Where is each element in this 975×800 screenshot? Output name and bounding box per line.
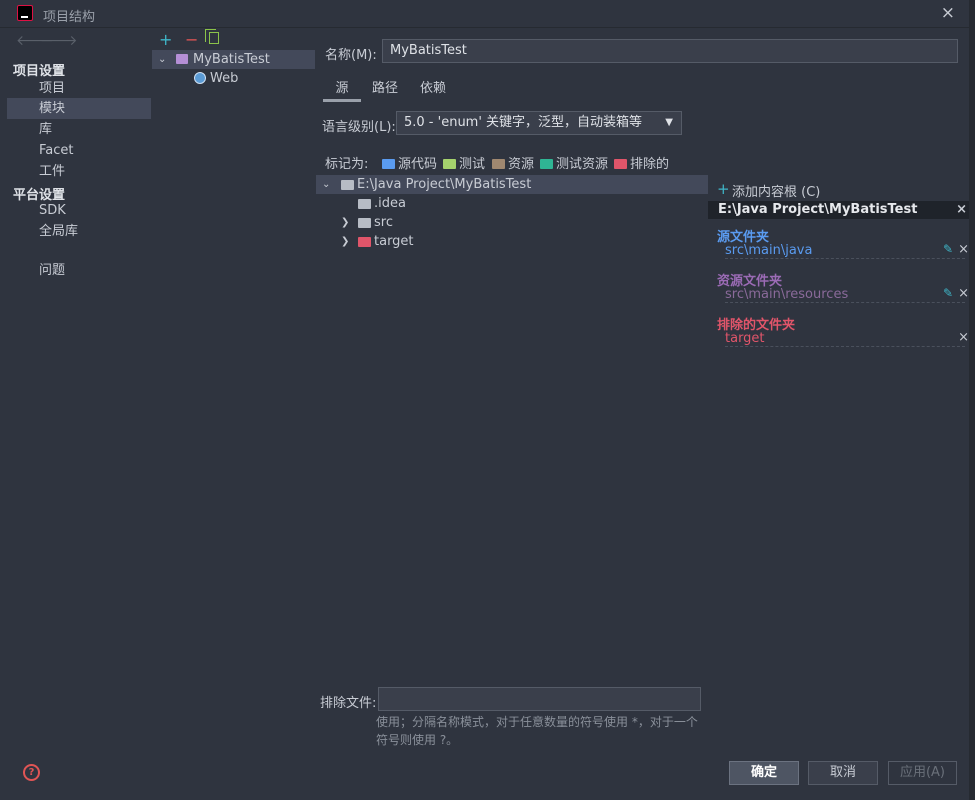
module-label: MyBatisTest <box>193 52 270 67</box>
name-field[interactable]: MyBatisTest <box>382 39 958 63</box>
tree-item-module[interactable]: ⌄ MyBatisTest <box>152 50 315 69</box>
mark-resources-button[interactable]: 资源 <box>492 153 534 172</box>
edit-pencil-icon[interactable]: ✎ <box>943 286 953 300</box>
nav-item-libraries[interactable]: 库 <box>7 119 151 140</box>
mark-sources-label: 源代码 <box>398 157 438 172</box>
web-globe-icon <box>194 72 206 84</box>
folder-icon <box>358 199 371 209</box>
settings-nav: 🡐 🡒 项目设置 项目 模块 库 Facet 工件 平台设置 SDK 全局库 问… <box>0 29 152 800</box>
mark-test-resources-button[interactable]: 测试资源 <box>540 153 608 172</box>
chevron-right-icon[interactable]: ❯ <box>341 213 349 232</box>
edit-pencil-icon[interactable]: ✎ <box>943 242 953 256</box>
file-tree-root[interactable]: ⌄ E:\Java Project\MyBatisTest <box>316 175 708 194</box>
language-level-value: 5.0 - 'enum' 关键字，泛型，自动装箱等 <box>404 115 643 130</box>
test-folder-icon <box>443 159 456 169</box>
nav-item-global-libraries[interactable]: 全局库 <box>7 221 151 242</box>
close-icon[interactable]: × <box>941 3 955 23</box>
name-label: 名称(M): <box>325 48 377 63</box>
forward-arrow-icon[interactable]: 🡒 <box>40 32 78 49</box>
mark-tests-label: 测试 <box>459 157 486 172</box>
file-tree-item-label: src <box>374 215 393 230</box>
resource-folder-path: src\main\resources <box>725 287 965 303</box>
tree-item-web-facet[interactable]: Web <box>152 69 315 88</box>
file-tree-item-label: .idea <box>374 196 406 211</box>
file-tree-item[interactable]: .idea <box>316 194 708 213</box>
file-tree-item-label: target <box>374 234 414 249</box>
mark-test-resources-label: 测试资源 <box>556 157 609 172</box>
language-level-label: 语言级别(L): <box>322 120 396 135</box>
tab-dependencies[interactable]: 依赖 <box>420 80 446 102</box>
source-folder-path: src\main\java <box>725 243 965 259</box>
cancel-button[interactable]: 取消 <box>808 761 878 785</box>
excluded-folder-icon <box>614 159 627 169</box>
mark-excluded-button[interactable]: 排除的 <box>614 153 669 172</box>
language-level-select[interactable]: 5.0 - 'enum' 关键字，泛型，自动装箱等 ▼ <box>396 111 682 135</box>
excluded-folder-path: target <box>725 331 965 347</box>
module-folder-icon <box>176 54 188 64</box>
copy-icon[interactable] <box>205 29 219 44</box>
chevron-down-icon[interactable]: ⌄ <box>158 50 166 69</box>
web-facet-label: Web <box>210 71 239 86</box>
resource-folder-icon <box>492 159 505 169</box>
close-icon[interactable]: × <box>958 242 969 257</box>
add-icon[interactable]: + <box>717 180 730 198</box>
file-tree-item[interactable]: ❯ src <box>316 213 708 232</box>
module-settings-panel: 名称(M): MyBatisTest 源 路径 依赖 语言级别(L): 5.0 … <box>316 29 975 800</box>
mark-resources-label: 资源 <box>508 157 535 172</box>
folder-icon <box>341 180 354 190</box>
file-tree-item[interactable]: ❯ target <box>316 232 708 251</box>
nav-item-project[interactable]: 项目 <box>7 78 151 99</box>
nav-item-artifacts[interactable]: 工件 <box>7 161 151 182</box>
dropdown-arrow-icon: ▼ <box>665 117 673 128</box>
nav-item-facets[interactable]: Facet <box>7 140 151 161</box>
module-tree-panel: + − ⌄ MyBatisTest Web <box>152 29 316 800</box>
add-icon[interactable]: + <box>159 30 172 49</box>
content-roots-panel: + 添加内容根 (C) E:\Java Project\MyBatisTest … <box>708 179 975 379</box>
intellij-logo-icon <box>17 5 33 21</box>
mark-tests-button[interactable]: 测试 <box>443 153 485 172</box>
window-title: 项目结构 <box>43 10 96 25</box>
mark-sources-button[interactable]: 源代码 <box>382 153 437 172</box>
help-icon[interactable]: ? <box>23 764 40 781</box>
mark-excluded-label: 排除的 <box>630 157 670 172</box>
folder-icon <box>358 218 371 228</box>
remove-icon[interactable]: − <box>185 30 198 49</box>
close-icon[interactable]: × <box>958 286 969 301</box>
content-root-header: E:\Java Project\MyBatisTest × <box>708 201 973 219</box>
nav-item-modules[interactable]: 模块 <box>7 98 151 119</box>
title-bar: 项目结构 × <box>0 0 975 28</box>
chevron-right-icon[interactable]: ❯ <box>341 232 349 251</box>
apply-button[interactable]: 应用(A) <box>888 761 957 785</box>
close-icon[interactable]: × <box>958 330 969 345</box>
excluded-folder-icon <box>358 237 371 247</box>
exclude-files-label: 排除文件: <box>320 696 377 711</box>
test-resource-folder-icon <box>540 159 553 169</box>
chevron-down-icon[interactable]: ⌄ <box>322 175 330 194</box>
file-tree-root-label: E:\Java Project\MyBatisTest <box>357 177 532 192</box>
nav-group-project-settings: 项目设置 <box>13 64 66 79</box>
nav-item-sdk[interactable]: SDK <box>7 200 151 221</box>
nav-item-problems[interactable]: 问题 <box>7 260 151 281</box>
tab-paths[interactable]: 路径 <box>372 80 398 102</box>
add-content-root-button[interactable]: 添加内容根 (C) <box>732 181 820 200</box>
close-icon[interactable]: × <box>956 201 967 219</box>
ok-button[interactable]: 确定 <box>729 761 799 785</box>
window-edge <box>969 0 975 800</box>
mark-as-label: 标记为: <box>325 157 369 172</box>
exclude-files-field[interactable] <box>378 687 701 711</box>
exclude-files-hint: 使用；分隔名称模式，对于任意数量的符号使用 *，对于一个符号则使用 ?。 <box>376 715 698 747</box>
tab-sources[interactable]: 源 <box>323 80 361 102</box>
content-root-path: E:\Java Project\MyBatisTest <box>718 202 918 217</box>
source-folder-icon <box>382 159 395 169</box>
